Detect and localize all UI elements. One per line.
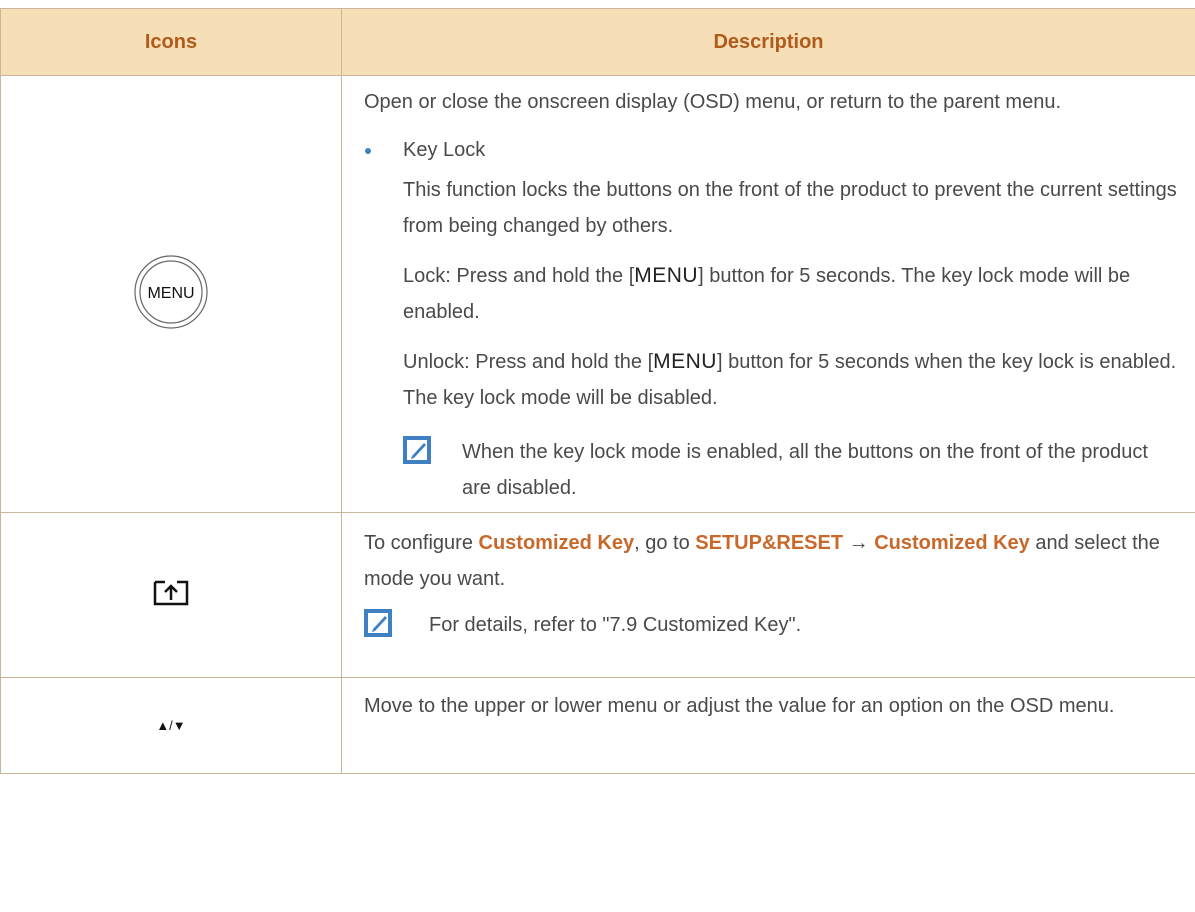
menu-intro: Open or close the onscreen display (OSD)… bbox=[364, 91, 1062, 113]
header-icons: Icons bbox=[0, 8, 342, 76]
table-header-row: Icons Description bbox=[0, 8, 1195, 76]
key-lock-note-text: When the key lock mode is enabled, all t… bbox=[462, 441, 1148, 499]
note-pencil-icon bbox=[403, 436, 431, 464]
note-pencil-icon bbox=[364, 609, 392, 637]
up-down-arrow-icon: ▲/▼ bbox=[156, 717, 186, 733]
menu-icon-cell: MENU bbox=[0, 75, 342, 513]
header-description: Description bbox=[341, 8, 1195, 76]
link-setup-reset: SETUP&RESET bbox=[695, 532, 844, 554]
lock-instruction: Lock: Press and hold the [MENU] button f… bbox=[403, 264, 1131, 323]
customized-key-text: To configure Customized Key, go to SETUP… bbox=[364, 532, 1160, 590]
link-customized-key: Customized Key bbox=[478, 532, 635, 554]
table-row-menu: MENU Open or close the onscreen display … bbox=[0, 75, 1195, 513]
link-customized-key: Customized Key bbox=[874, 532, 1030, 554]
table-row-up-down: ▲/▼ Move to the upper or lower menu or a… bbox=[0, 677, 1195, 774]
table-row-customized-key: To configure Customized Key, go to SETUP… bbox=[0, 512, 1195, 678]
icons-table: Icons Description MENU Open or close the… bbox=[0, 8, 1195, 774]
menu-icon-label: MENU bbox=[147, 285, 194, 302]
menu-button-icon: MENU bbox=[134, 254, 208, 329]
up-down-icon-cell: ▲/▼ bbox=[0, 677, 342, 774]
key-lock-body: This function locks the buttons on the f… bbox=[403, 179, 1177, 237]
unlock-instruction: Unlock: Press and hold the [MENU] button… bbox=[403, 350, 1177, 409]
customized-key-icon-cell bbox=[0, 512, 342, 678]
key-lock-note: When the key lock mode is enabled, all t… bbox=[364, 434, 1177, 506]
menu-key-label: MENU bbox=[634, 264, 699, 287]
source-return-icon bbox=[153, 580, 189, 605]
key-lock-bullet: Key Lock bbox=[364, 132, 1177, 168]
menu-description: Open or close the onscreen display (OSD)… bbox=[341, 75, 1195, 513]
customized-key-note-text: For details, refer to "7.9 Customized Ke… bbox=[429, 614, 802, 636]
customized-key-note: For details, refer to "7.9 Customized Ke… bbox=[364, 607, 1177, 643]
up-down-description: Move to the upper or lower menu or adjus… bbox=[341, 677, 1195, 774]
key-lock-title: Key Lock bbox=[403, 139, 486, 161]
bullet-icon bbox=[365, 148, 371, 154]
menu-key-label: MENU bbox=[653, 350, 717, 373]
up-down-text: Move to the upper or lower menu or adjus… bbox=[364, 695, 1115, 717]
customized-key-description: To configure Customized Key, go to SETUP… bbox=[341, 512, 1195, 678]
